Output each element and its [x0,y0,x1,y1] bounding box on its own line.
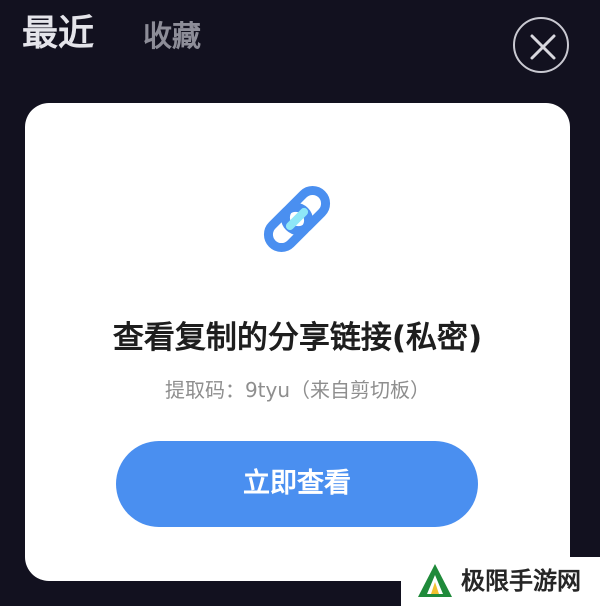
tab-favorites[interactable]: 收藏 [143,22,201,51]
share-link-dialog: 查看复制的分享链接(私密) 提取码：9tyu（来自剪切板） 立即查看 [25,103,570,581]
tab-recent[interactable]: 最近 [22,16,94,52]
link-icon [263,185,331,253]
close-button[interactable] [513,17,569,73]
logo-icon [418,564,452,597]
close-icon [530,34,556,60]
dialog-title: 查看复制的分享链接(私密) [112,320,483,356]
watermark-text: 极限手游网 [461,567,581,595]
watermark-badge: 极限手游网 [401,557,600,606]
view-now-button[interactable]: 立即查看 [116,441,478,527]
extraction-code-text: 提取码：9tyu（来自剪切板） [164,378,431,402]
